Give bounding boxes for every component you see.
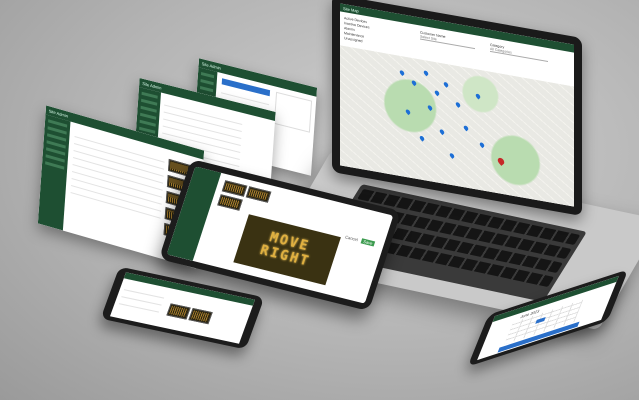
save-button[interactable]: Save: [360, 238, 376, 247]
map-pin-icon[interactable]: [442, 81, 450, 88]
map-pin-icon[interactable]: [398, 69, 406, 77]
sign-preview: [166, 303, 191, 320]
sign-preview: [221, 180, 248, 197]
phone-screen: [109, 272, 256, 344]
sidebar: [37, 114, 71, 231]
map-pin-icon[interactable]: [422, 69, 430, 77]
sign-preview: [217, 194, 243, 211]
map-pin-icon[interactable]: [418, 135, 426, 142]
details-panel: [273, 91, 313, 133]
map-pin-icon[interactable]: [404, 108, 412, 116]
map-pin-icon[interactable]: [438, 128, 446, 136]
sign-preview: [188, 308, 213, 325]
map-pin-icon[interactable]: [426, 104, 434, 111]
map-pin-icon[interactable]: [474, 92, 482, 100]
sign-message-display: MOVE RIGHT: [233, 214, 341, 286]
map-pin-icon[interactable]: [478, 141, 486, 149]
laptop-screen: Site Map Active Devices Inactive Devices…: [340, 3, 574, 207]
map-pin-icon[interactable]: [410, 79, 418, 87]
cancel-button[interactable]: Cancel: [345, 234, 359, 242]
map-pin-icon[interactable]: [462, 124, 470, 132]
calendar-grid[interactable]: [504, 299, 584, 345]
sign-preview: [245, 186, 272, 203]
map-pin-icon[interactable]: [454, 101, 462, 108]
map-pin-icon[interactable]: [433, 89, 441, 97]
map-pin-icon[interactable]: [448, 152, 456, 159]
app-title: Site Map: [343, 5, 359, 14]
product-mockup-scene: Site Admin Site Admin Site Admin Site Ma…: [0, 0, 639, 400]
alert-pin-icon[interactable]: [496, 156, 506, 166]
